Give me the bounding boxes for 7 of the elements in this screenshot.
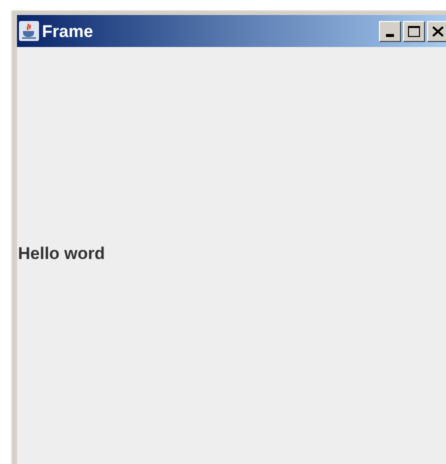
maximize-button[interactable] xyxy=(403,20,425,42)
hello-label: Hello word xyxy=(18,242,105,265)
minimize-button[interactable] xyxy=(379,20,401,42)
window-title: Frame xyxy=(42,22,94,40)
close-icon xyxy=(432,26,444,36)
coffee-cup-icon xyxy=(19,21,39,41)
close-button[interactable] xyxy=(427,20,446,42)
